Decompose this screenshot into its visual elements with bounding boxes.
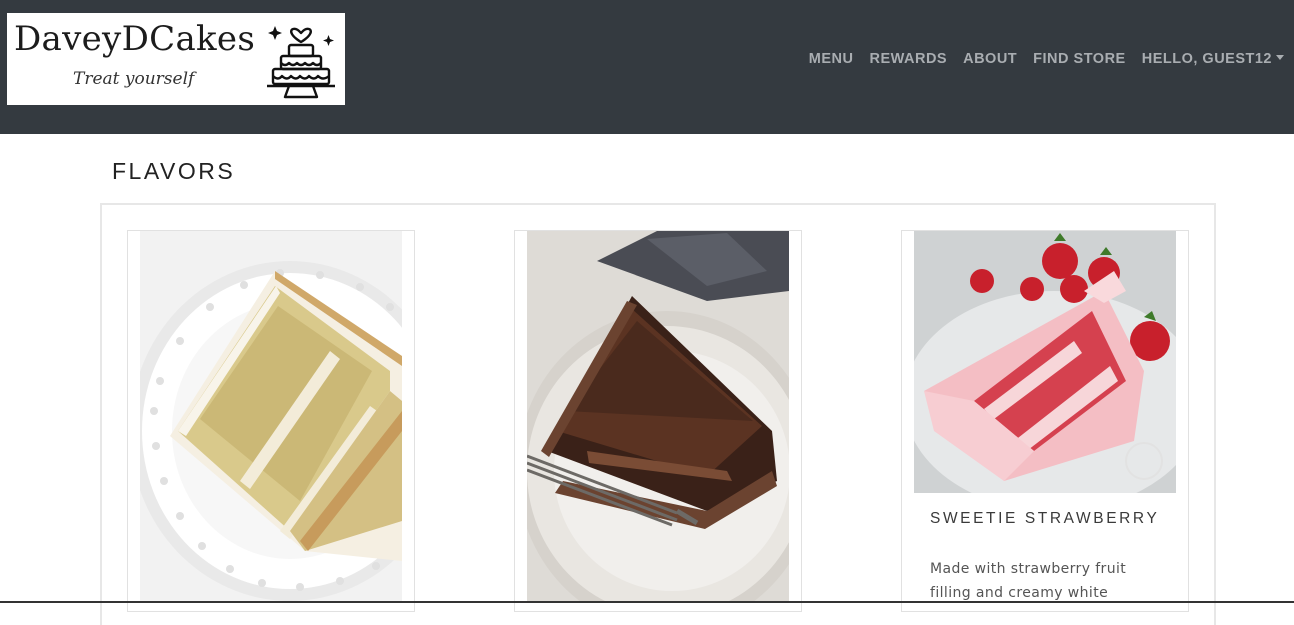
brand-tagline: Treat yourself — [73, 69, 195, 89]
strawberry-cake-photo — [914, 231, 1176, 493]
nav-about[interactable]: ABOUT — [955, 50, 1025, 68]
chocolate-cake-photo — [527, 231, 789, 603]
vanilla-cake-photo — [140, 231, 402, 603]
page-title: FLAVORS — [112, 158, 236, 184]
brand-logo[interactable]: DaveyDCakes Treat yourself — [7, 13, 345, 105]
flavor-card-vanilla[interactable] — [127, 230, 415, 612]
user-greeting: HELLO, GUEST12 — [1141, 51, 1272, 67]
card-title: SWEETIE STRAWBERRY — [930, 510, 1160, 527]
nav-rewards[interactable]: REWARDS — [861, 50, 955, 68]
nav-links: MENU REWARDS ABOUT FIND STORE HELLO, GUE… — [801, 50, 1292, 68]
cake-icon — [267, 26, 335, 99]
brand-name: DaveyDCakes — [14, 19, 256, 59]
nav-menu[interactable]: MENU — [801, 50, 862, 68]
chevron-down-icon — [1276, 55, 1284, 60]
navbar: DaveyDCakes Treat yourself MENU REWARDS … — [0, 0, 1294, 134]
flavor-card-strawberry[interactable]: SWEETIE STRAWBERRY Made with strawberry … — [901, 230, 1189, 612]
flavor-card-chocolate[interactable] — [514, 230, 802, 612]
nav-find-store[interactable]: FIND STORE — [1025, 50, 1134, 68]
card-description: Made with strawberry fruit filling and c… — [930, 561, 1127, 601]
user-menu-dropdown[interactable]: HELLO, GUEST12 — [1134, 50, 1292, 68]
